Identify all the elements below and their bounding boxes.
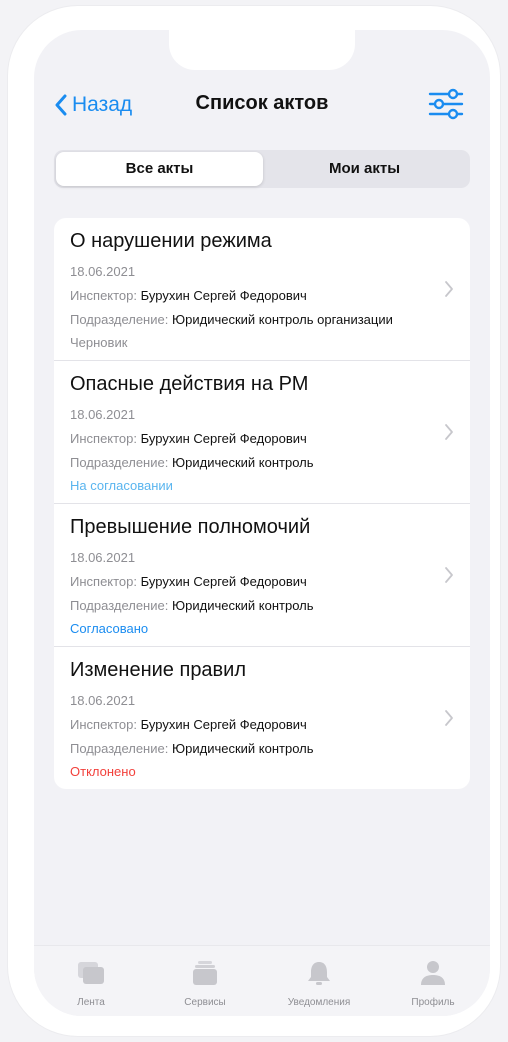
- feed-icon: [78, 962, 104, 984]
- act-inspector: Инспектор: Бурухин Сергей Федорович: [70, 286, 454, 305]
- act-division: Подразделение: Юридический контроль: [70, 596, 454, 615]
- tab-notifications[interactable]: Уведомления: [262, 960, 376, 1008]
- inspector-name: Бурухин Сергей Федорович: [140, 574, 307, 589]
- chevron-right-icon: [445, 710, 453, 726]
- act-inspector: Инспектор: Бурухин Сергей Федорович: [70, 429, 454, 448]
- division-name: Юридический контроль: [171, 598, 314, 613]
- chevron-right-icon: [445, 567, 453, 583]
- inspector-label: Инспектор:: [70, 288, 138, 303]
- act-status: На согласовании: [70, 478, 173, 493]
- act-card[interactable]: Изменение правил 18.06.2021 Инспектор: Б…: [54, 647, 470, 789]
- navigation-bar: Назад Список актов: [34, 88, 490, 122]
- segment-my-acts[interactable]: Мои акты: [261, 152, 468, 186]
- act-inspector: Инспектор: Бурухин Сергей Федорович: [70, 715, 454, 734]
- act-date: 18.06.2021: [70, 264, 136, 279]
- profile-icon: [421, 961, 445, 985]
- tab-feed-label: Лента: [77, 997, 105, 1008]
- inspector-label: Инспектор:: [70, 574, 138, 589]
- inspector-label: Инспектор:: [70, 431, 138, 446]
- act-card[interactable]: Превышение полномочий 18.06.2021 Инспект…: [54, 504, 470, 647]
- tab-bar: Лента Сервисы Уведомления Профиль: [34, 945, 490, 1016]
- device-notch: [169, 30, 355, 70]
- tab-profile-label: Профиль: [411, 997, 455, 1008]
- act-division: Подразделение: Юридический контроль: [70, 453, 454, 472]
- chevron-right-icon: [445, 424, 453, 440]
- act-title: Опасные действия на РМ: [70, 373, 309, 395]
- act-card[interactable]: О нарушении режима 18.06.2021 Инспектор:…: [54, 218, 470, 361]
- act-card[interactable]: Опасные действия на РМ 18.06.2021 Инспек…: [54, 361, 470, 504]
- tab-profile[interactable]: Профиль: [376, 960, 490, 1008]
- division-name: Юридический контроль организации: [171, 312, 393, 327]
- inspector-name: Бурухин Сергей Федорович: [140, 431, 307, 446]
- act-status: Черновик: [70, 335, 128, 350]
- inspector-name: Бурухин Сергей Федорович: [140, 288, 307, 303]
- segment-all-acts[interactable]: Все акты: [56, 152, 263, 186]
- app-screen: Назад Список актов Все акты Мои акты О н…: [34, 30, 490, 1016]
- act-date: 18.06.2021: [70, 693, 136, 708]
- act-date: 18.06.2021: [70, 407, 136, 422]
- bell-icon: [308, 962, 330, 985]
- inspector-label: Инспектор:: [70, 717, 138, 732]
- act-status: Отклонено: [70, 764, 136, 779]
- act-status: Согласовано: [70, 621, 149, 636]
- division-label: Подразделение:: [70, 741, 169, 756]
- inspector-name: Бурухин Сергей Федорович: [140, 717, 307, 732]
- tab-services[interactable]: Сервисы: [148, 960, 262, 1008]
- act-division: Подразделение: Юридический контроль: [70, 739, 454, 758]
- division-label: Подразделение:: [70, 455, 169, 470]
- filter-button[interactable]: [428, 88, 464, 125]
- page-title: Список актов: [195, 92, 329, 114]
- tab-feed[interactable]: Лента: [34, 960, 148, 1008]
- division-name: Юридический контроль: [171, 741, 314, 756]
- acts-segmented-control: Все акты Мои акты: [54, 150, 470, 188]
- services-icon: [193, 961, 217, 985]
- act-date: 18.06.2021: [70, 550, 136, 565]
- division-label: Подразделение:: [70, 598, 169, 613]
- act-title: О нарушении режима: [70, 230, 272, 252]
- act-division: Подразделение: Юридический контроль орга…: [70, 310, 454, 329]
- division-label: Подразделение:: [70, 312, 169, 327]
- act-title: Превышение полномочий: [70, 516, 311, 538]
- act-title: Изменение правил: [70, 659, 247, 681]
- act-inspector: Инспектор: Бурухин Сергей Федорович: [70, 572, 454, 591]
- division-name: Юридический контроль: [171, 455, 314, 470]
- chevron-right-icon: [445, 281, 453, 297]
- acts-list: О нарушении режима 18.06.2021 Инспектор:…: [54, 218, 470, 789]
- tab-notifications-label: Уведомления: [287, 997, 351, 1008]
- tab-services-label: Сервисы: [184, 997, 226, 1008]
- filter-sliders-icon: [428, 88, 464, 120]
